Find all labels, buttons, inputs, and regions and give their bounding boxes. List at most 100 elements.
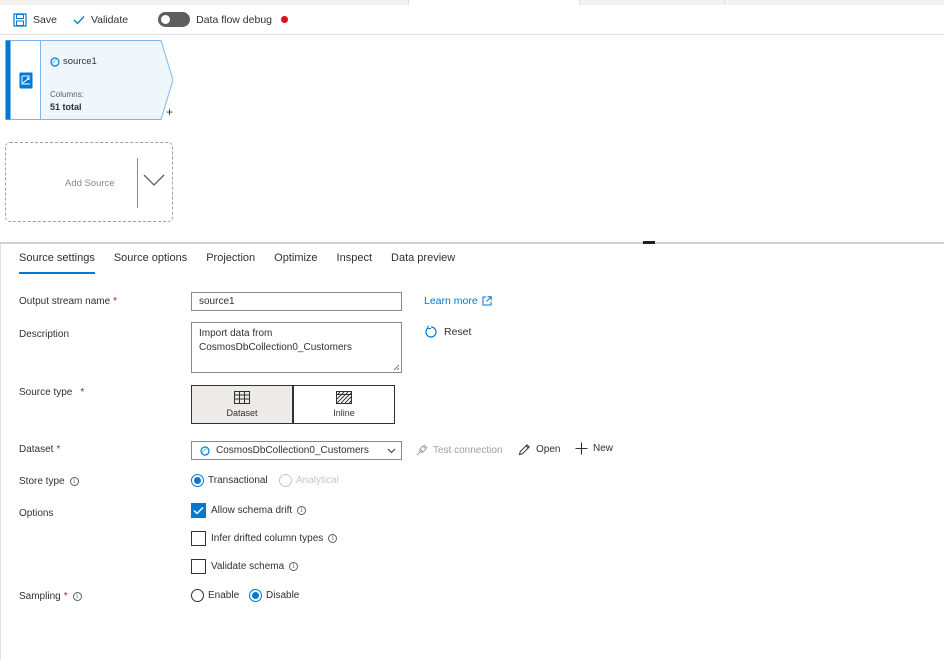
open-label: Open: [536, 444, 561, 455]
radio-circle: [191, 589, 204, 602]
sampling-enable-radio[interactable]: Enable: [191, 589, 239, 602]
inline-option-label: Inline: [333, 408, 355, 418]
tab-source-settings[interactable]: Source settings: [19, 252, 95, 274]
checkbox-box: [191, 531, 206, 546]
toolbar: Save Validate Data flow debug: [0, 5, 944, 35]
add-source-button[interactable]: Add Source: [5, 142, 173, 222]
radio-circle: [279, 474, 292, 487]
reset-icon: [425, 325, 437, 338]
data-flow-debug-toggle[interactable]: Data flow debug: [158, 12, 288, 27]
dataset-option-label: Dataset: [226, 408, 258, 418]
source-type-label: Source type *: [19, 387, 84, 398]
checkmark-icon: [193, 506, 204, 515]
source-node-name: source1: [63, 56, 97, 67]
info-icon[interactable]: i: [297, 506, 307, 515]
reset-button[interactable]: Reset: [424, 325, 471, 339]
options-label-text: Options: [19, 508, 54, 519]
allow-schema-drift-label: Allow schema drift: [211, 505, 293, 516]
tab-projection[interactable]: Projection: [206, 252, 255, 274]
save-button[interactable]: Save: [13, 12, 57, 27]
options-label: Options: [19, 508, 53, 519]
radio-circle: [249, 589, 262, 602]
tab-data-preview[interactable]: Data preview: [391, 252, 455, 274]
checkbox-box: [191, 503, 206, 518]
sampling-disable-radio[interactable]: Disable: [249, 589, 299, 602]
chevron-down-icon[interactable]: [143, 173, 165, 187]
tab-source-options[interactable]: Source options: [114, 252, 187, 274]
info-icon[interactable]: i: [69, 477, 79, 486]
required-marker: *: [63, 591, 68, 602]
data-flow-canvas[interactable]: source1 Columns: 51 total + Add Source: [0, 36, 944, 243]
plug-icon: [416, 444, 428, 456]
debug-status-dot: [281, 16, 288, 23]
infer-drifted-types-label: Infer drifted column types: [211, 533, 324, 544]
save-icon: [13, 12, 27, 27]
table-icon: [234, 391, 250, 404]
chevron-down-icon: [387, 448, 396, 454]
source-node[interactable]: source1 Columns: 51 total +: [5, 40, 175, 120]
dataset-select[interactable]: CosmosDbCollection0_Customers: [191, 441, 402, 460]
columns-value: 51 total: [50, 102, 82, 112]
output-stream-input[interactable]: source1: [191, 292, 402, 311]
validate-schema-label: Validate schema: [211, 561, 285, 572]
columns-label: Columns:: [50, 90, 84, 99]
dataset-label-text: Dataset: [19, 444, 54, 455]
resize-grip-icon[interactable]: [393, 364, 400, 371]
source-type-dataset-button[interactable]: Dataset: [191, 385, 293, 424]
required-marker: *: [80, 387, 85, 398]
description-label-text: Description: [19, 329, 70, 340]
description-line-1: Import data from: [199, 328, 273, 339]
learn-more-label: Learn more: [424, 295, 478, 307]
output-stream-label-text: Output stream name: [19, 296, 111, 307]
info-icon[interactable]: i: [72, 592, 82, 601]
store-type-label-text: Store type: [19, 476, 65, 487]
tab-inspect[interactable]: Inspect: [337, 252, 372, 274]
validate-schema-checkbox[interactable]: Validate schema i: [191, 559, 299, 574]
info-icon[interactable]: i: [328, 534, 338, 543]
source-type-label-text: Source type: [19, 387, 73, 398]
disable-label: Disable: [266, 590, 300, 601]
output-stream-label: Output stream name *: [19, 296, 117, 307]
info-icon[interactable]: i: [289, 562, 299, 571]
tab-optimize[interactable]: Optimize: [274, 252, 317, 274]
settings-tabs: Source settings Source options Projectio…: [19, 252, 474, 274]
store-type-transactional-radio[interactable]: Transactional: [191, 474, 268, 487]
transactional-label: Transactional: [208, 475, 268, 486]
validate-button[interactable]: Validate: [73, 14, 128, 26]
description-label: Description: [19, 329, 69, 340]
cosmos-db-icon: [200, 445, 210, 456]
store-type-analytical-radio[interactable]: Analytical: [279, 474, 339, 487]
inline-hatch-icon: [336, 391, 352, 404]
source-node-title: source1: [50, 56, 97, 67]
add-source-divider: [137, 158, 138, 208]
validate-label: Validate: [90, 13, 129, 26]
new-label: New: [593, 443, 614, 454]
description-textarea[interactable]: Import data from CosmosDbCollection0_Cus…: [191, 322, 402, 373]
enable-label: Enable: [208, 590, 240, 601]
checkbox-box: [191, 559, 206, 574]
allow-schema-drift-checkbox[interactable]: Allow schema drift i: [191, 503, 307, 518]
cosmos-db-icon: [50, 56, 60, 67]
reset-label: Reset: [444, 326, 472, 338]
sampling-label-text: Sampling: [19, 591, 61, 602]
save-label: Save: [33, 13, 57, 26]
debug-toggle-switch[interactable]: [158, 12, 191, 27]
add-transform-button[interactable]: +: [166, 105, 173, 119]
source-icon: [19, 72, 33, 89]
infer-drifted-types-checkbox[interactable]: Infer drifted column types i: [191, 531, 338, 546]
checkmark-icon: [73, 15, 85, 24]
external-link-icon: [482, 296, 492, 306]
dataset-value: CosmosDbCollection0_Customers: [216, 445, 369, 456]
plus-icon: [575, 442, 588, 455]
learn-more-link[interactable]: Learn more: [424, 295, 492, 307]
analytical-label: Analytical: [296, 475, 339, 486]
new-dataset-button[interactable]: New: [575, 442, 613, 455]
debug-label: Data flow debug: [196, 13, 272, 26]
open-dataset-button[interactable]: Open: [518, 443, 560, 456]
radio-circle: [191, 474, 204, 487]
source-type-inline-button[interactable]: Inline: [293, 385, 395, 424]
description-line-2: CosmosDbCollection0_Customers: [199, 342, 352, 353]
settings-panel: Source settings Source options Projectio…: [0, 244, 944, 660]
sampling-label: Sampling * i: [19, 591, 82, 602]
test-connection-button[interactable]: Test connection: [415, 444, 503, 457]
